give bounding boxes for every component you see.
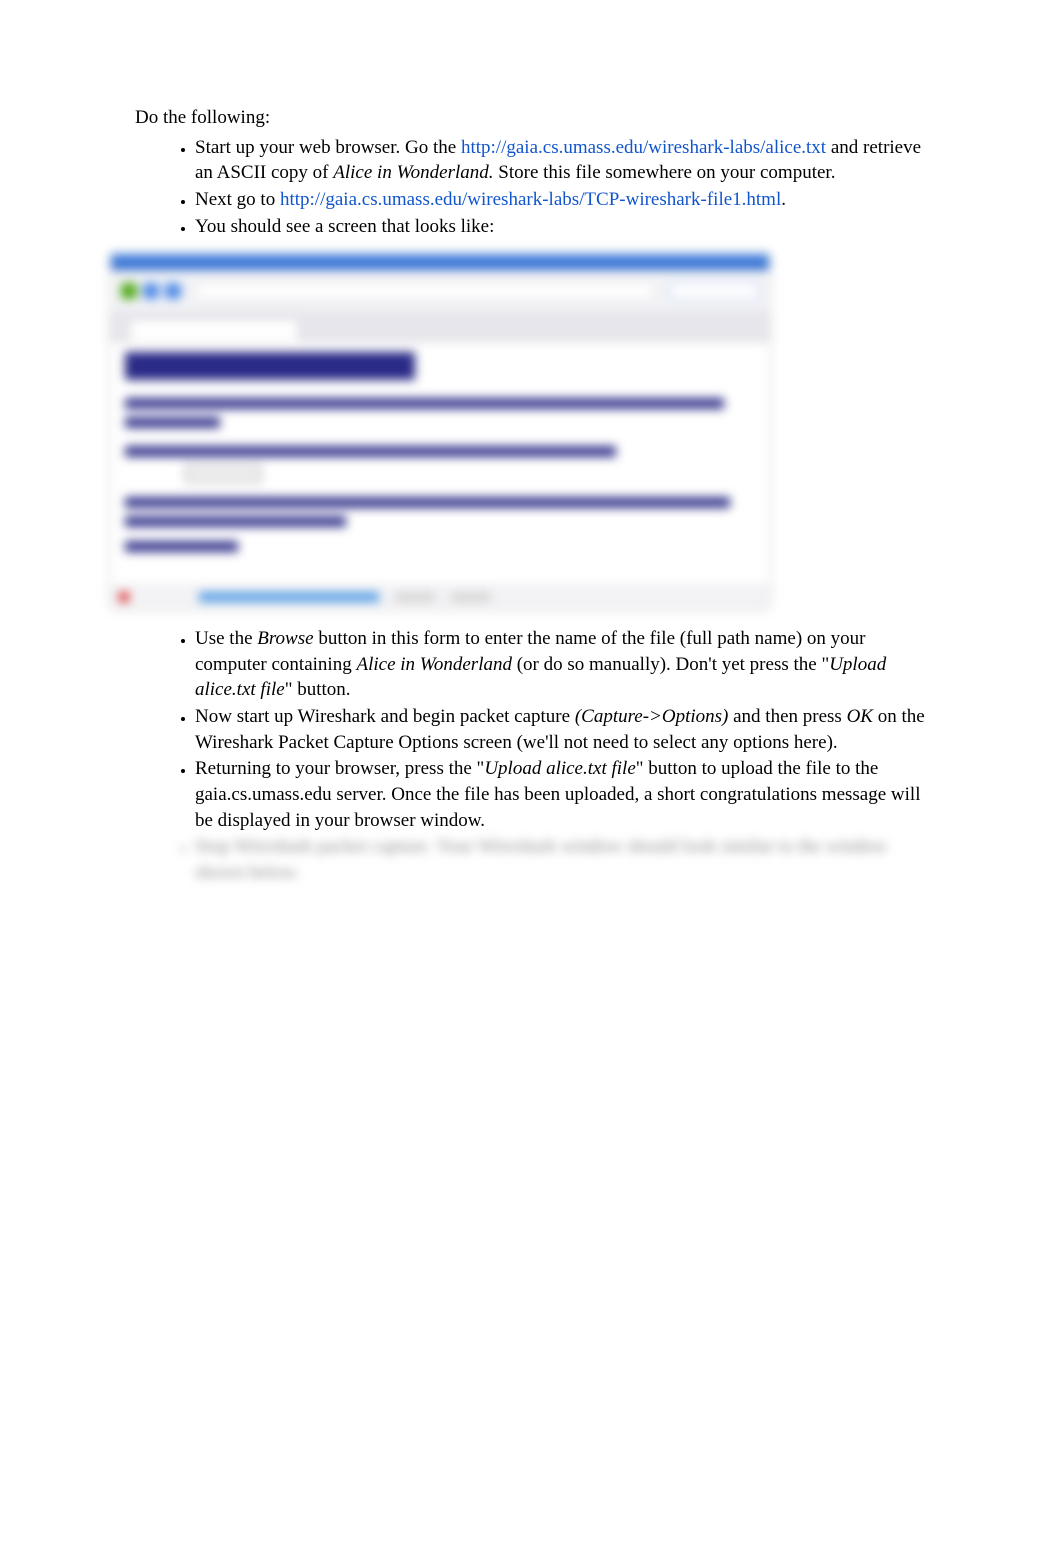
list-item: Now start up Wireshark and begin packet … — [195, 704, 927, 755]
window-titlebar — [111, 254, 769, 270]
embedded-screenshot — [110, 253, 770, 608]
text: " button. — [285, 679, 351, 700]
emphasis: OK — [847, 706, 873, 727]
text: Next go to — [195, 189, 280, 210]
nav-back-icon — [121, 283, 137, 299]
text-line — [125, 398, 724, 409]
page-heading — [125, 352, 415, 380]
link-tcp-file[interactable]: http://gaia.cs.umass.edu/wireshark-labs/… — [280, 189, 781, 210]
emphasis: (Capture->Options) — [575, 706, 729, 727]
text: Returning to your browser, press the " — [195, 758, 484, 779]
text-line — [125, 497, 730, 508]
instruction-list-top: Start up your web browser. Go the http:/… — [135, 135, 927, 240]
text: and then press — [728, 706, 846, 727]
text-line — [125, 446, 616, 457]
page-content — [111, 342, 769, 570]
text: Stop Wireshark packet capture. Your Wire… — [195, 836, 887, 883]
text: Start up your web browser. Go the — [195, 137, 461, 158]
status-segment — [395, 592, 435, 602]
browser-toolbar — [111, 270, 769, 312]
status-bar — [111, 585, 769, 607]
text: Use the — [195, 628, 257, 649]
emphasis: Upload alice.txt file — [484, 758, 635, 779]
browser-tab — [129, 319, 299, 341]
text: You should see a screen that looks like: — [195, 216, 494, 237]
list-item: Use the Browse button in this form to en… — [195, 626, 927, 703]
list-item: Start up your web browser. Go the http:/… — [195, 135, 927, 186]
intro-text: Do the following: — [135, 105, 927, 131]
text-line — [125, 516, 346, 527]
address-bar — [195, 282, 655, 300]
nav-forward-icon — [143, 283, 159, 299]
list-item: You should see a screen that looks like: — [195, 214, 927, 240]
text-line — [125, 417, 220, 428]
status-segment — [199, 592, 379, 602]
text: (or do so manually). Don't yet press the… — [512, 654, 829, 675]
upload-button — [125, 541, 238, 552]
browse-button — [185, 465, 261, 483]
link-alice-txt[interactable]: http://gaia.cs.umass.edu/wireshark-labs/… — [461, 137, 826, 158]
emphasis: Browse — [257, 628, 313, 649]
list-item: Returning to your browser, press the "Up… — [195, 756, 927, 833]
text: Store this file somewhere on your comput… — [498, 162, 835, 183]
status-segment — [451, 592, 491, 602]
text: Now start up Wireshark and begin packet … — [195, 706, 575, 727]
list-item: Next go to http://gaia.cs.umass.edu/wire… — [195, 187, 927, 213]
reload-icon — [165, 283, 181, 299]
status-icon — [119, 592, 129, 602]
fade-overlay — [0, 880, 1062, 960]
instruction-list-bottom: Use the Browse button in this form to en… — [135, 626, 927, 885]
browser-window-image — [110, 253, 770, 608]
tab-strip — [111, 312, 769, 342]
search-box — [669, 282, 759, 300]
emphasis: Alice in Wonderland. — [333, 162, 498, 183]
list-item-blurred: Stop Wireshark packet capture. Your Wire… — [195, 834, 927, 885]
emphasis: Alice in Wonderland — [356, 654, 512, 675]
text: . — [781, 189, 786, 210]
